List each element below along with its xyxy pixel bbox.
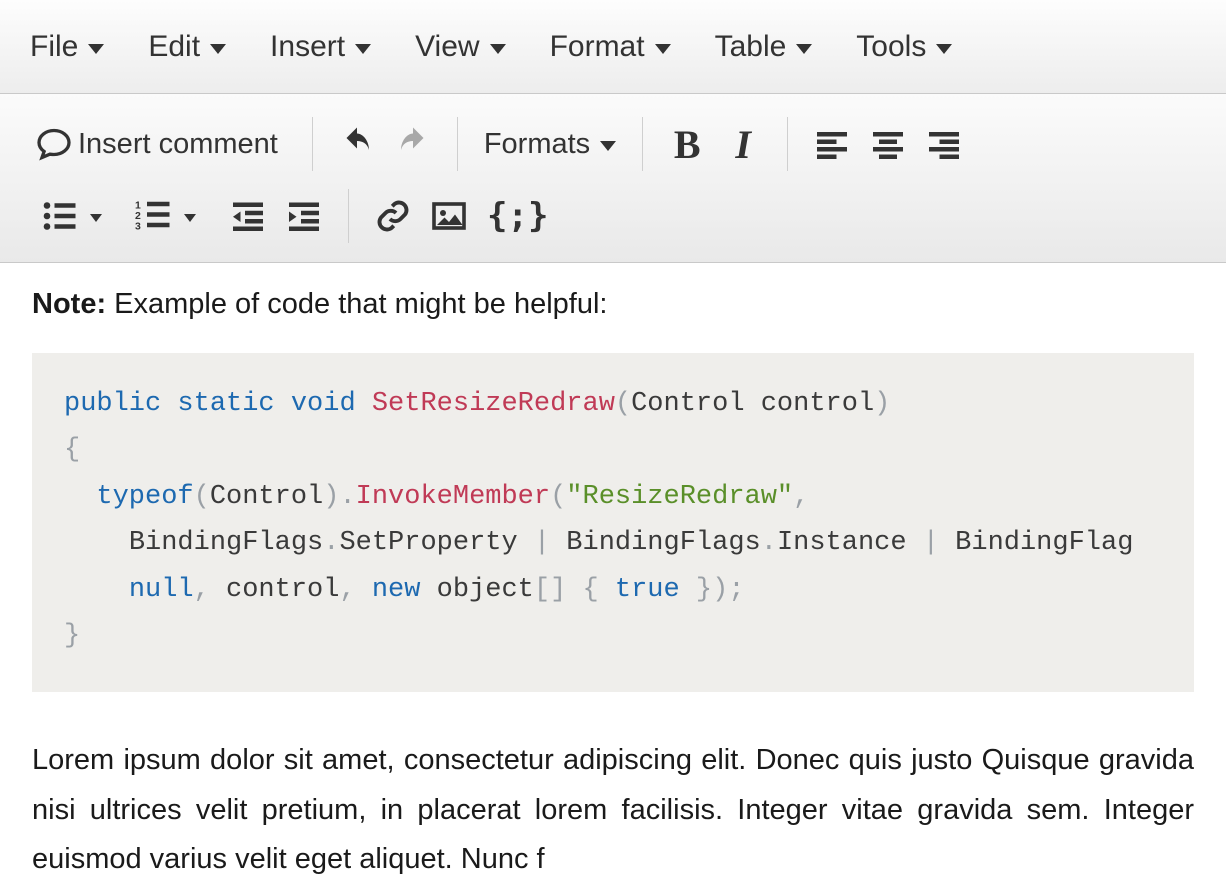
redo-button[interactable] (385, 116, 441, 172)
align-right-button[interactable] (916, 116, 972, 172)
bullet-list-icon (41, 198, 77, 234)
align-left-icon (814, 126, 850, 162)
menubar: File Edit Insert View Format Table Tools (0, 0, 1226, 94)
chevron-down-icon (655, 44, 671, 54)
bold-icon: B (674, 121, 701, 168)
undo-button[interactable] (329, 116, 385, 172)
chevron-down-icon (796, 44, 812, 54)
svg-text:3: 3 (135, 221, 141, 233)
menu-file[interactable]: File (26, 24, 108, 70)
menu-edit[interactable]: Edit (144, 24, 230, 70)
separator (348, 189, 349, 243)
outdent-button[interactable] (220, 188, 276, 244)
insert-comment-label: Insert comment (72, 128, 278, 161)
menu-tools[interactable]: Tools (852, 24, 956, 70)
menu-insert[interactable]: Insert (266, 24, 375, 70)
bullet-list-button[interactable] (26, 188, 82, 244)
indent-icon (286, 198, 322, 234)
comment-icon (36, 126, 72, 162)
align-center-button[interactable] (860, 116, 916, 172)
insert-comment-button[interactable]: Insert comment (26, 116, 296, 172)
menu-format-label: Format (550, 30, 645, 64)
chevron-down-icon (936, 44, 952, 54)
menu-view[interactable]: View (411, 24, 509, 70)
chevron-down-icon (88, 44, 104, 54)
code-block: public static void SetResizeRedraw(Contr… (32, 353, 1194, 692)
separator (312, 117, 313, 171)
outdent-icon (230, 198, 266, 234)
numbered-list-dropdown[interactable] (176, 210, 204, 222)
menu-view-label: View (415, 30, 479, 64)
bold-button[interactable]: B (659, 116, 715, 172)
link-button[interactable] (365, 188, 421, 244)
bullet-list-dropdown[interactable] (82, 210, 110, 222)
formats-dropdown[interactable]: Formats (474, 128, 626, 161)
image-icon (431, 198, 467, 234)
body-paragraph: Lorem ipsum dolor sit amet, consectetur … (32, 736, 1194, 886)
chevron-down-icon (600, 141, 616, 151)
chevron-down-icon (355, 44, 371, 54)
italic-icon: I (735, 121, 751, 168)
chevron-down-icon (90, 214, 102, 222)
menu-file-label: File (30, 30, 78, 64)
indent-button[interactable] (276, 188, 332, 244)
align-left-button[interactable] (804, 116, 860, 172)
numbered-list-icon: 123 (135, 198, 171, 234)
editor-content[interactable]: Note: Example of code that might be help… (0, 263, 1226, 885)
separator (787, 117, 788, 171)
menu-table-label: Table (715, 30, 787, 64)
chevron-down-icon (184, 214, 196, 222)
note-line: Note: Example of code that might be help… (32, 283, 1194, 325)
menu-insert-label: Insert (270, 30, 345, 64)
align-center-icon (870, 126, 906, 162)
chevron-down-icon (490, 44, 506, 54)
toolbar-row-2: 123 {;} (26, 180, 1200, 252)
menu-format[interactable]: Format (546, 24, 675, 70)
separator (457, 117, 458, 171)
menu-tools-label: Tools (856, 30, 926, 64)
note-text: Example of code that might be helpful: (106, 288, 607, 320)
image-button[interactable] (421, 188, 477, 244)
chevron-down-icon (210, 44, 226, 54)
italic-button[interactable]: I (715, 116, 771, 172)
menu-table[interactable]: Table (711, 24, 817, 70)
undo-icon (339, 126, 375, 162)
align-right-icon (926, 126, 962, 162)
link-icon (375, 198, 411, 234)
numbered-list-button[interactable]: 123 (120, 188, 176, 244)
separator (642, 117, 643, 171)
menu-edit-label: Edit (148, 30, 200, 64)
toolbar: Insert comment Formats B I (0, 94, 1226, 263)
toolbar-row-1: Insert comment Formats B I (26, 108, 1200, 180)
redo-icon (395, 126, 431, 162)
code-icon: {;} (487, 196, 548, 236)
formats-label: Formats (484, 128, 590, 161)
note-label: Note: (32, 288, 106, 320)
code-button[interactable]: {;} (477, 188, 558, 244)
